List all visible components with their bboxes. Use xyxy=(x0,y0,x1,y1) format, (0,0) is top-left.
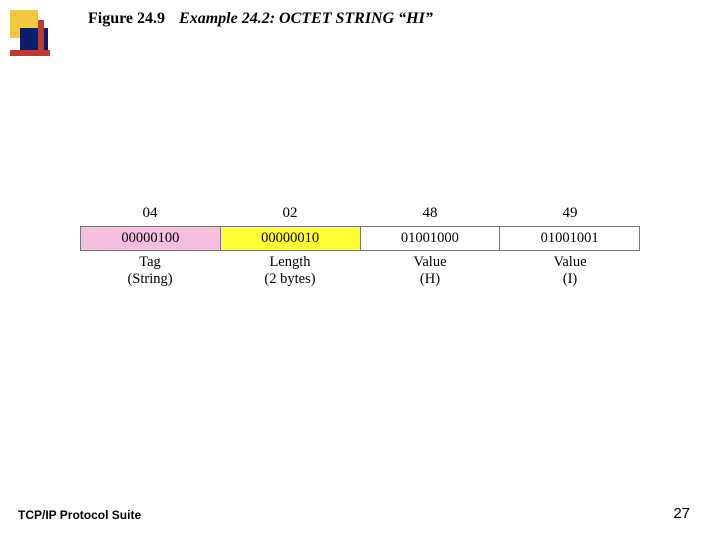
binary-row: 00000100 00000010 01001000 01001001 xyxy=(80,226,640,251)
hex-cell: 02 xyxy=(220,205,360,222)
binary-cell-length: 00000010 xyxy=(221,227,361,250)
label-cell: (I) xyxy=(500,271,640,288)
slide-corner-decoration xyxy=(10,10,60,70)
label-cell: Value xyxy=(500,254,640,271)
label-row-1: Tag Length Value Value xyxy=(80,254,640,271)
hex-row: 04 02 48 49 xyxy=(80,205,640,222)
label-cell: (2 bytes) xyxy=(220,271,360,288)
binary-cell-value: 01001001 xyxy=(500,227,639,250)
label-cell: Tag xyxy=(80,254,220,271)
label-row-2: (String) (2 bytes) (H) (I) xyxy=(80,271,640,288)
footer-text: TCP/IP Protocol Suite xyxy=(18,508,141,522)
binary-cell-tag: 00000100 xyxy=(81,227,221,250)
hex-cell: 04 xyxy=(80,205,220,222)
octet-string-diagram: 04 02 48 49 00000100 00000010 01001000 0… xyxy=(80,205,640,288)
label-cell: (H) xyxy=(360,271,500,288)
hex-cell: 49 xyxy=(500,205,640,222)
figure-number: Figure 24.9 xyxy=(88,10,165,28)
label-cell: (String) xyxy=(80,271,220,288)
figure-caption: Example 24.2: OCTET STRING “HI” xyxy=(179,10,433,28)
label-cell: Value xyxy=(360,254,500,271)
page-number: 27 xyxy=(673,505,690,522)
label-cell: Length xyxy=(220,254,360,271)
binary-cell-value: 01001000 xyxy=(361,227,501,250)
hex-cell: 48 xyxy=(360,205,500,222)
figure-title: Figure 24.9 Example 24.2: OCTET STRING “… xyxy=(88,10,433,28)
